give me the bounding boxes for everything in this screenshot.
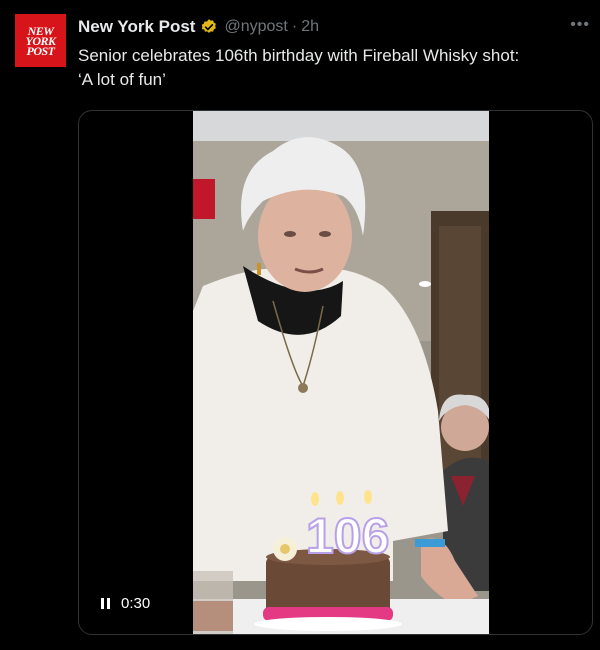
tweet-text-line: ‘A lot of fun’ <box>78 70 166 89</box>
video-player[interactable]: 106 0:30 <box>78 110 593 635</box>
author-name[interactable]: New York Post <box>78 17 195 37</box>
tweet-text-line: Senior celebrates 106th birthday with Fi… <box>78 46 520 65</box>
author-handle[interactable]: @nypost <box>224 18 287 36</box>
verified-badge-icon[interactable] <box>200 18 218 36</box>
pause-icon[interactable] <box>101 598 113 609</box>
timestamp[interactable]: 2h <box>301 18 319 36</box>
separator-dot: · <box>291 18 298 35</box>
tweet-header: New York Post @nypost · 2h ••• <box>78 16 590 38</box>
avatar[interactable]: NEW YORK POST <box>15 14 66 67</box>
new-york-post-logo: NEW YORK POST <box>25 25 56 58</box>
video-still-image: 106 <box>193 111 489 634</box>
logo-line: POST <box>26 43 55 58</box>
playback-status[interactable]: 0:30 <box>101 595 150 612</box>
elapsed-time: 0:30 <box>121 595 151 612</box>
video-frame: 106 <box>193 111 489 634</box>
candle-number: 106 <box>306 508 389 564</box>
more-dots-icon[interactable]: ••• <box>570 16 590 34</box>
tweet-text: Senior celebrates 106th birthday with Fi… <box>78 44 590 92</box>
